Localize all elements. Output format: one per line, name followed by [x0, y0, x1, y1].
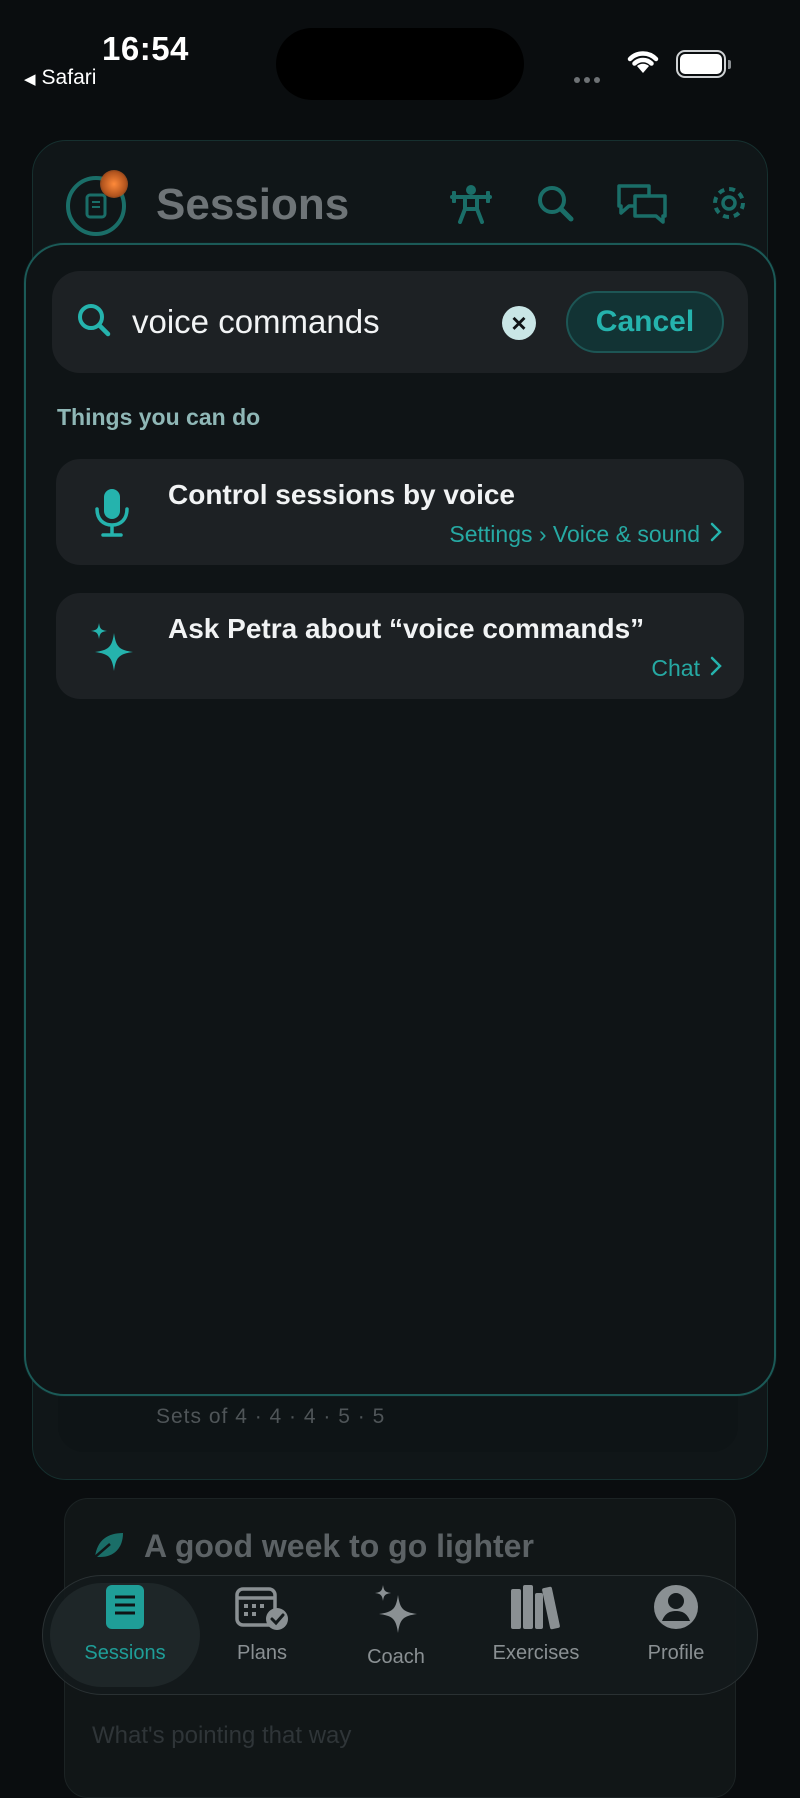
gear-icon	[704, 178, 754, 228]
tab-label: Coach	[367, 1646, 425, 1668]
tab-coach[interactable]: Coach	[346, 1583, 446, 1687]
battery-icon	[676, 50, 731, 78]
cellular-signal-icon	[574, 70, 612, 83]
chevron-right-icon	[710, 655, 722, 682]
calendar-check-icon	[233, 1583, 291, 1636]
result-title: Ask Petra about “voice commands”	[168, 613, 645, 644]
back-label: Safari	[41, 66, 97, 89]
close-icon: ×	[511, 308, 527, 338]
tab-label: Sessions	[84, 1642, 166, 1664]
back-triangle-icon: ◀	[24, 71, 36, 88]
status-time: 16:54	[102, 30, 189, 67]
back-to-safari[interactable]: ◀ Safari	[24, 66, 96, 90]
background-title: Sessions	[156, 180, 350, 229]
chat-bubbles-icon	[614, 178, 670, 228]
result-title: Control sessions by voice	[168, 479, 515, 510]
sparkle-icon	[86, 621, 138, 673]
background-insight-title: A good week to go lighter	[144, 1528, 534, 1564]
sparkle-icon	[372, 1583, 420, 1640]
tab-label: Exercises	[492, 1642, 580, 1664]
background-insight-line: What's pointing that way	[92, 1722, 352, 1749]
tab-label: Plans	[236, 1642, 288, 1664]
tab-sessions[interactable]: Sessions	[50, 1583, 200, 1687]
result-control-by-voice[interactable]: Control sessions by voice Settings › Voi…	[56, 459, 744, 565]
person-icon	[652, 1583, 700, 1636]
result-ask-petra[interactable]: Ask Petra about “voice commands” Chat	[56, 593, 744, 699]
notebook-icon	[104, 1583, 146, 1636]
section-label: Things you can do	[57, 404, 261, 430]
dynamic-island	[276, 28, 524, 100]
search-input[interactable]	[132, 296, 492, 348]
result-path: Settings › Voice & sound	[449, 521, 700, 547]
books-icon	[508, 1583, 564, 1636]
background-sets-text: Sets of 4 · 4 · 4 · 5 · 5	[156, 1405, 386, 1428]
tab-plans[interactable]: Plans	[212, 1583, 312, 1687]
leaf-icon	[92, 1530, 126, 1565]
tab-exercises[interactable]: Exercises	[486, 1583, 586, 1687]
chevron-right-icon	[710, 521, 722, 548]
search-icon	[530, 178, 580, 228]
tab-label: Profile	[647, 1642, 705, 1664]
wifi-icon	[624, 46, 662, 81]
cancel-button[interactable]: Cancel	[566, 291, 724, 353]
tab-profile[interactable]: Profile	[626, 1583, 726, 1687]
weightlifter-icon	[446, 178, 496, 228]
search-icon	[76, 302, 112, 343]
clear-search-button[interactable]: ×	[502, 306, 536, 340]
microphone-icon	[86, 487, 138, 539]
notification-dot	[100, 170, 128, 198]
result-path: Chat	[651, 655, 700, 681]
